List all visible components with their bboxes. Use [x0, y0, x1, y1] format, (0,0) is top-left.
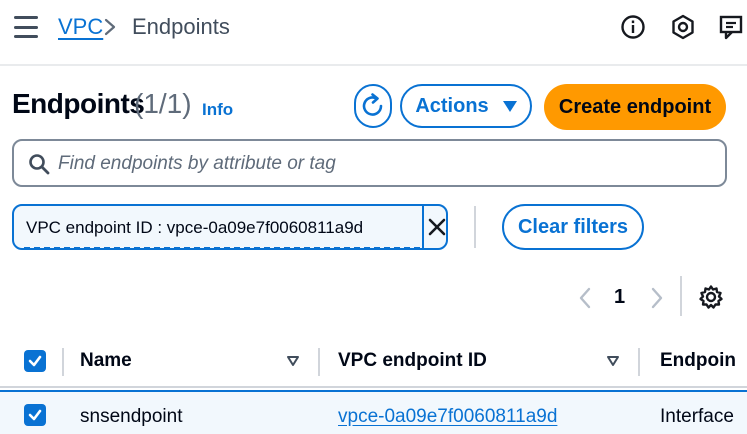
pagination-divider — [680, 276, 682, 316]
refresh-button[interactable] — [354, 84, 392, 128]
cell-name: snsendpoint — [80, 406, 183, 427]
select-all-checkbox[interactable] — [24, 350, 46, 372]
info-icon[interactable] — [620, 14, 646, 40]
column-separator — [62, 348, 64, 376]
table-row[interactable]: snsendpoint vpce-0a09e7f0060811a9d Inter… — [0, 390, 747, 434]
column-header-endpoint-id[interactable]: VPC endpoint ID — [338, 350, 487, 372]
menu-icon-line — [14, 16, 38, 19]
column-header-name[interactable]: Name — [80, 350, 132, 372]
sort-icon[interactable] — [606, 354, 620, 368]
search-field[interactable] — [12, 139, 727, 187]
menu-icon[interactable] — [14, 16, 38, 38]
column-separator — [318, 348, 320, 376]
close-icon[interactable] — [426, 216, 448, 238]
row-checkbox[interactable] — [24, 404, 46, 426]
filter-divider — [474, 206, 476, 248]
checkbox-checked-icon — [28, 409, 42, 421]
notifications-icon[interactable] — [670, 14, 696, 40]
checkbox-checked-icon — [28, 355, 42, 367]
actions-button-label: Actions — [415, 94, 489, 117]
column-header-endpoint-type[interactable]: Endpoin — [660, 350, 736, 372]
pagination-page-1[interactable]: 1 — [614, 286, 625, 309]
cell-endpoint-type: Interface — [660, 406, 734, 427]
info-link[interactable]: Info — [202, 100, 233, 120]
breadcrumb-current: Endpoints — [132, 14, 230, 39]
column-separator — [638, 348, 640, 376]
filter-token: VPC endpoint ID : vpce-0a09e7f0060811a9d — [12, 204, 448, 250]
search-icon — [29, 154, 50, 175]
feedback-icon[interactable] — [718, 14, 744, 40]
menu-icon-line — [14, 35, 38, 38]
chevron-right-icon[interactable] — [648, 286, 666, 310]
filter-token-underline — [24, 247, 420, 249]
breadcrumb-vpc-link[interactable]: VPC — [58, 14, 103, 40]
table-header: Name VPC endpoint ID Endpoin — [0, 336, 747, 386]
selection-count: (1/1) — [134, 88, 192, 119]
chevron-right-icon — [104, 18, 116, 36]
search-input[interactable] — [58, 151, 718, 177]
table-header-divider — [0, 386, 747, 388]
filter-token-label[interactable]: VPC endpoint ID : vpce-0a09e7f0060811a9d — [26, 218, 363, 238]
page-title: Endpoints — [12, 88, 145, 119]
filter-token-separator — [422, 206, 424, 248]
clear-filters-button[interactable]: Clear filters — [502, 204, 644, 250]
chevron-left-icon[interactable] — [576, 286, 594, 310]
menu-icon-line — [14, 25, 38, 29]
refresh-icon — [362, 93, 383, 116]
top-navigation: VPC Endpoints — [0, 0, 747, 62]
header-divider — [0, 64, 747, 66]
gear-icon[interactable] — [698, 284, 724, 310]
caret-down-icon — [502, 100, 517, 112]
sort-icon[interactable] — [286, 354, 300, 368]
create-endpoint-button[interactable]: Create endpoint — [544, 84, 726, 130]
cell-endpoint-id-link[interactable]: vpce-0a09e7f0060811a9d — [338, 406, 557, 428]
actions-button[interactable]: Actions — [400, 84, 532, 128]
